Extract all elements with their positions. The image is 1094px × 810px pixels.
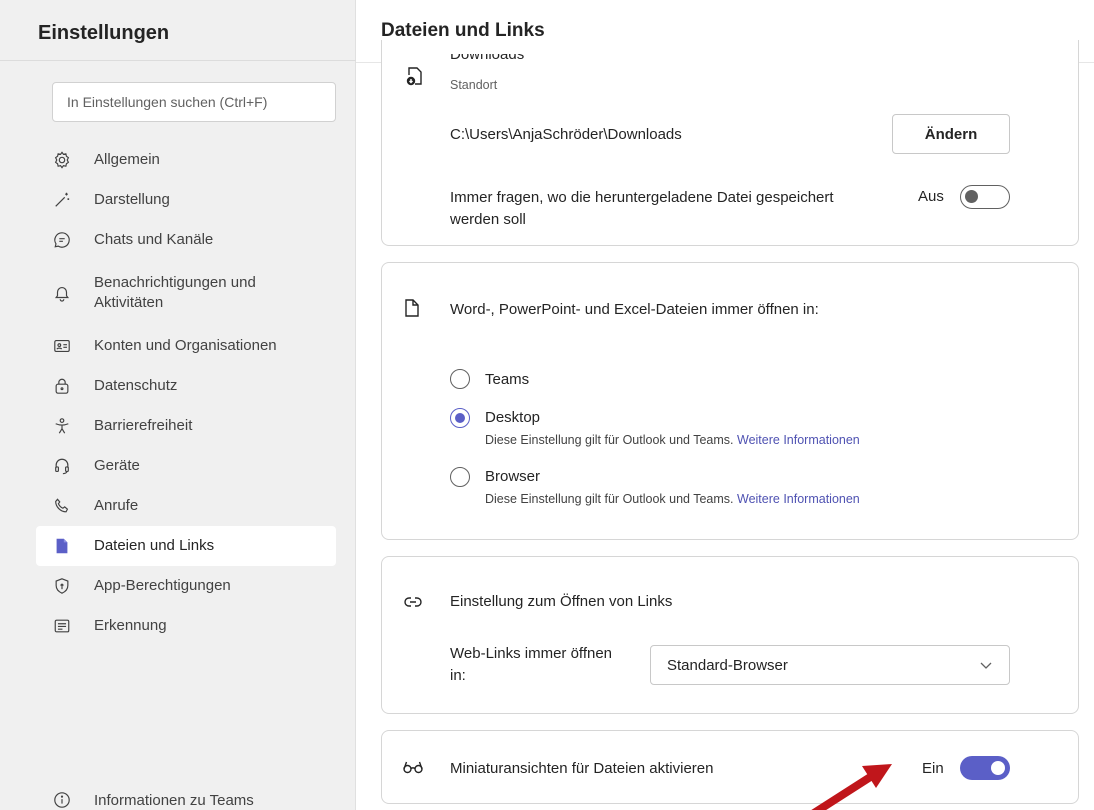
option-browser-label: Browser (485, 468, 541, 485)
text-box-icon (52, 616, 72, 636)
nav-item-konten[interactable]: Konten und Organisationen (36, 326, 336, 366)
thumbnails-toggle-state: Ein (922, 760, 944, 777)
info-icon (52, 790, 72, 810)
bell-icon (52, 283, 72, 303)
browser-more-info-link[interactable]: Weitere Informationen (737, 492, 860, 506)
page-title: Dateien und Links (381, 20, 545, 41)
nav-item-datenschutz[interactable]: Datenschutz (36, 366, 336, 406)
download-path: C:\Users\AnjaSchröder\Downloads (450, 126, 682, 143)
nav-label: Geräte (94, 457, 140, 474)
web-links-label-line1: Web-Links immer öffnen (450, 645, 613, 662)
desktop-more-info-link[interactable]: Weitere Informationen (737, 433, 860, 447)
sidebar-title: Einstellungen (38, 22, 170, 44)
web-links-browser-select[interactable]: Standard-Browser (650, 645, 1010, 685)
nav-label: Anrufe (94, 497, 139, 514)
nav-item-chats[interactable]: Chats und Kanäle (36, 220, 336, 260)
links-card: Einstellung zum Öffnen von Links Web-Lin… (381, 556, 1079, 714)
nav-label: Chats und Kanäle (94, 231, 214, 248)
shield-icon (52, 576, 72, 596)
downloads-sublabel: Standort (450, 78, 498, 92)
contact-card-icon (52, 336, 72, 356)
document-icon (52, 536, 72, 556)
ask-toggle-state: Aus (918, 188, 944, 205)
toggle-knob (991, 761, 1005, 775)
accessibility-icon (52, 416, 72, 436)
radio-desktop[interactable] (450, 408, 470, 428)
option-teams-label: Teams (485, 371, 530, 388)
ask-label-line2: werden soll (450, 211, 526, 228)
open-files-card: Word-, PowerPoint- und Excel-Dateien imm… (381, 262, 1079, 540)
select-value: Standard-Browser (667, 657, 788, 674)
file-icon (404, 299, 420, 322)
nav-item-geraete[interactable]: Geräte (36, 446, 336, 486)
thumbnails-card: Miniaturansichten für Dateien aktivieren… (381, 730, 1079, 804)
radio-browser[interactable] (450, 467, 470, 487)
option-desktop-label: Desktop (485, 409, 541, 426)
phone-icon (52, 496, 72, 516)
sidebar-divider (0, 60, 356, 61)
downloads-heading: Downloads (450, 54, 525, 63)
nav-label: Benachrichtigungen und Aktivitäten (94, 274, 256, 311)
desktop-hint-text: Diese Einstellung gilt für Outlook und T… (485, 433, 734, 447)
nav-item-darstellung[interactable]: Darstellung (36, 180, 336, 220)
about-teams-label: Informationen zu Teams (94, 791, 254, 809)
settings-nav: Allgemein Darstellung Chats und Kanäle B… (36, 140, 336, 646)
nav-item-app-berechtigungen[interactable]: App-Berechtigungen (36, 566, 336, 606)
nav-label: Darstellung (94, 191, 170, 208)
nav-item-dateien-und-links[interactable]: Dateien und Links (36, 526, 336, 566)
nav-item-benachrichtigungen[interactable]: Benachrichtigungen und Aktivitäten (36, 260, 336, 326)
ask-download-location-toggle[interactable] (960, 185, 1010, 209)
ask-download-location-label: Immer fragen, wo die heruntergeladene Da… (450, 187, 834, 231)
nav-label: Konten und Organisationen (94, 337, 277, 354)
toggle-knob (965, 190, 978, 203)
change-download-location-button[interactable]: Ändern (892, 114, 1010, 154)
nav-label: Allgemein (94, 151, 160, 168)
option-browser-hint: Diese Einstellung gilt für Outlook und T… (485, 492, 860, 506)
links-heading: Einstellung zum Öffnen von Links (450, 593, 673, 610)
nav-label: Datenschutz (94, 377, 178, 394)
headset-icon (52, 456, 72, 476)
nav-item-barrierefreiheit[interactable]: Barrierefreiheit (36, 406, 336, 446)
gear-icon (52, 150, 72, 170)
settings-search-input[interactable]: In Einstellungen suchen (Ctrl+F) (52, 82, 336, 122)
link-icon (404, 595, 422, 613)
magic-wand-icon (52, 190, 72, 210)
open-files-heading: Word-, PowerPoint- und Excel-Dateien imm… (450, 301, 819, 318)
settings-sidebar: Einstellungen In Einstellungen suchen (C… (0, 0, 356, 810)
nav-label: Barrierefreiheit (94, 417, 193, 434)
nav-label: App-Berechtigungen (94, 577, 231, 594)
browser-hint-text: Diese Einstellung gilt für Outlook und T… (485, 492, 734, 506)
nav-item-anrufe[interactable]: Anrufe (36, 486, 336, 526)
lock-icon (52, 376, 72, 396)
ask-label-line1: Immer fragen, wo die heruntergeladene Da… (450, 189, 834, 206)
option-desktop-hint: Diese Einstellung gilt für Outlook und T… (485, 433, 860, 447)
about-teams-link[interactable]: Informationen zu Teams (52, 790, 254, 810)
web-links-label-line2: in: (450, 667, 466, 684)
thumbnails-toggle[interactable] (960, 756, 1010, 780)
web-links-label: Web-Links immer öffnen in: (450, 643, 612, 687)
downloads-card: Downloads Standort C:\Users\AnjaSchröder… (381, 40, 1079, 246)
chevron-down-icon (979, 658, 993, 676)
nav-item-allgemein[interactable]: Allgemein (36, 140, 336, 180)
glasses-icon (402, 760, 424, 779)
download-file-icon (406, 66, 424, 91)
thumbnails-label: Miniaturansichten für Dateien aktivieren (450, 760, 714, 777)
nav-item-erkennung[interactable]: Erkennung (36, 606, 336, 646)
chat-icon (52, 230, 72, 250)
radio-teams[interactable] (450, 369, 470, 389)
nav-label: Erkennung (94, 617, 167, 634)
nav-label: Dateien und Links (94, 537, 215, 554)
annotation-arrow (811, 764, 892, 810)
